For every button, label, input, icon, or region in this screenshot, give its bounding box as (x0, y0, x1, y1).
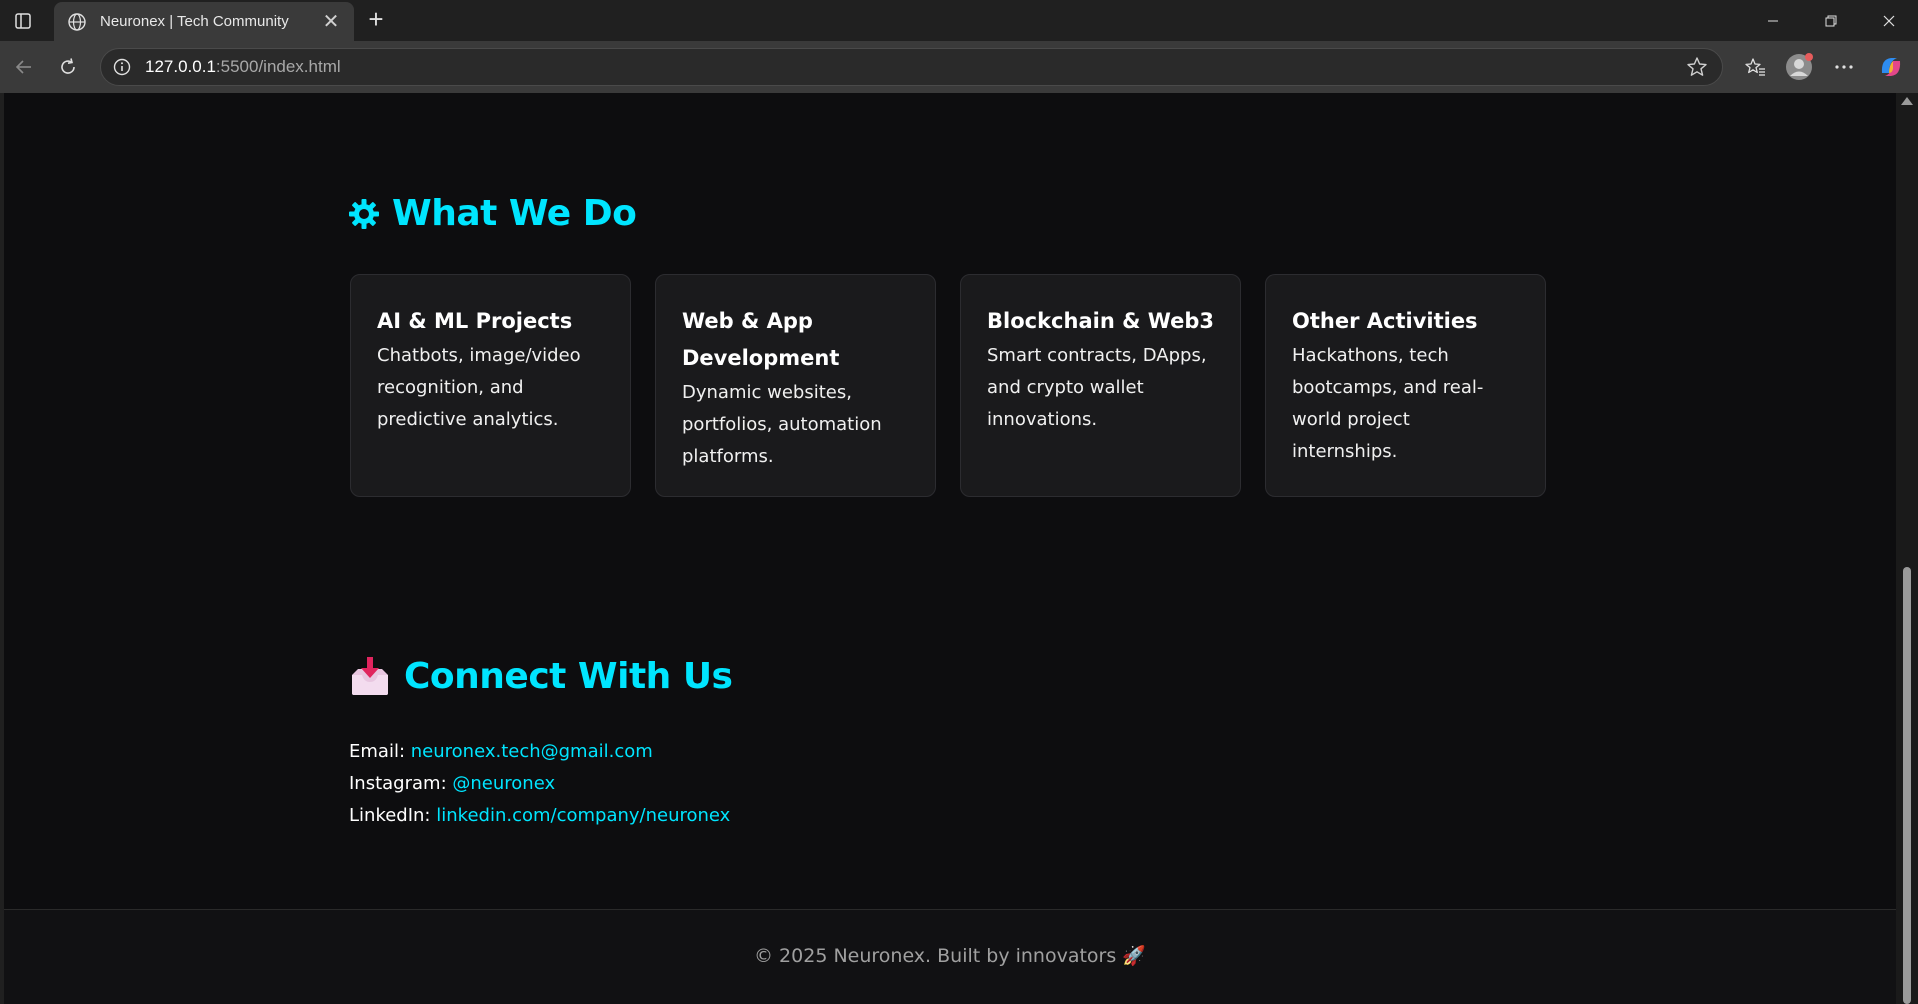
url-path: :5500/index.html (215, 57, 341, 76)
connect-title: Connect With Us (404, 655, 733, 697)
what-we-do-title: What We Do (392, 193, 637, 234)
window-controls (1744, 0, 1918, 41)
contact-email: Email: neuronex.tech@gmail.com (349, 736, 730, 768)
card-title: AI & ML Projects (377, 309, 573, 333)
profile-avatar-icon[interactable] (1783, 51, 1815, 83)
favorite-star-icon[interactable] (1684, 54, 1710, 80)
card-text: Chatbots, image/video recognition, and p… (377, 345, 581, 430)
card-text: Hackathons, tech bootcamps, and real-wor… (1292, 345, 1484, 462)
email-link[interactable]: neuronex.tech@gmail.com (411, 741, 653, 762)
favorites-icon[interactable] (1739, 51, 1771, 83)
service-card-web-app: Web & App Development Dynamic websites, … (655, 274, 936, 497)
footer-copyright: © 2025 Neuronex. Built by innovators 🚀 (754, 945, 1146, 967)
copilot-icon[interactable] (1875, 51, 1907, 83)
page-viewport: What We Do AI & ML Projects Chatbots, im… (4, 93, 1896, 1004)
back-arrow-icon[interactable] (8, 51, 40, 83)
linkedin-link[interactable]: linkedin.com/company/neuronex (436, 805, 730, 826)
browser-tab-bar: Neuronex | Tech Community ✕ + (0, 0, 1918, 41)
card-title: Web & App Development (682, 309, 840, 370)
connect-heading: Connect With Us (348, 655, 733, 697)
contact-list: Email: neuronex.tech@gmail.com Instagram… (349, 736, 730, 832)
contact-instagram: Instagram: @neuronex (349, 768, 730, 800)
services-cards: AI & ML Projects Chatbots, image/video r… (350, 274, 1546, 497)
gear-icon (348, 198, 380, 230)
service-card-other: Other Activities Hackathons, tech bootca… (1265, 274, 1546, 497)
card-title: Blockchain & Web3 (987, 309, 1215, 333)
minimize-icon[interactable] (1744, 0, 1802, 41)
email-label: Email: (349, 741, 406, 762)
sidebar-toggle-icon[interactable] (10, 8, 36, 34)
close-tab-icon[interactable]: ✕ (320, 11, 342, 33)
tab-title: Neuronex | Tech Community (100, 13, 289, 30)
card-text: Smart contracts, DApps, and crypto walle… (987, 345, 1207, 430)
url-text: 127.0.0.1:5500/index.html (145, 57, 1684, 77)
card-text: Dynamic websites, portfolios, automation… (682, 382, 882, 467)
service-card-ai-ml: AI & ML Projects Chatbots, image/video r… (350, 274, 631, 497)
address-bar[interactable]: 127.0.0.1:5500/index.html (100, 48, 1723, 86)
instagram-label: Instagram: (349, 773, 447, 794)
restore-icon[interactable] (1802, 0, 1860, 41)
vertical-scrollbar[interactable] (1896, 93, 1918, 1004)
contact-linkedin: LinkedIn: linkedin.com/company/neuronex (349, 800, 730, 832)
refresh-icon[interactable] (52, 51, 84, 83)
globe-icon (66, 11, 88, 33)
inbox-tray-icon (348, 655, 392, 697)
site-info-icon[interactable] (111, 56, 133, 78)
active-tab[interactable]: Neuronex | Tech Community ✕ (54, 2, 354, 41)
more-options-icon[interactable] (1828, 51, 1860, 83)
service-card-blockchain: Blockchain & Web3 Smart contracts, DApps… (960, 274, 1241, 497)
close-window-icon[interactable] (1860, 0, 1918, 41)
new-tab-icon[interactable]: + (362, 6, 390, 34)
page-footer: © 2025 Neuronex. Built by innovators 🚀 (4, 909, 1896, 1004)
card-title: Other Activities (1292, 309, 1478, 333)
scroll-up-arrow-icon[interactable] (1901, 97, 1913, 105)
url-host: 127.0.0.1 (145, 57, 216, 76)
browser-toolbar: 127.0.0.1:5500/index.html (0, 41, 1918, 93)
scroll-thumb[interactable] (1903, 567, 1911, 1004)
what-we-do-heading: What We Do (348, 193, 637, 234)
linkedin-label: LinkedIn: (349, 805, 431, 826)
instagram-link[interactable]: @neuronex (452, 773, 555, 794)
